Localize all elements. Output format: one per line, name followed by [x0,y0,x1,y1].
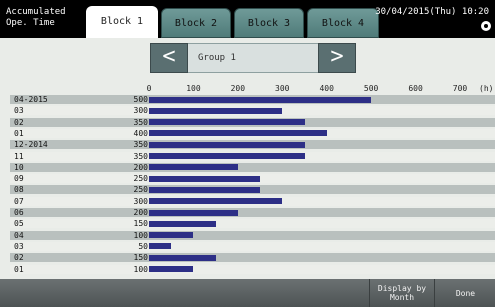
footer-bar: Display by Month Done [0,279,495,307]
axis-unit: (h) [479,84,494,93]
row-period-label: 07 [14,196,24,206]
chart-row [10,219,495,229]
row-period-label: 04 [14,230,24,240]
x-tick-label: 200 [230,84,246,93]
row-value-label: 300 [133,106,148,116]
x-tick-label: 300 [275,84,290,93]
row-value-label: 200 [133,208,148,217]
operation-time-bar [149,266,194,272]
chart-row [10,208,495,217]
operation-time-bar [149,186,261,193]
row-period-label: 03 [14,106,24,116]
x-tick-label: 400 [319,84,334,93]
operation-time-bar [149,119,305,126]
operation-time-bar [149,96,372,103]
row-value-label: 150 [133,253,148,263]
row-value-label: 350 [133,117,148,127]
row-period-label: 02 [14,253,24,263]
row-period-label: 12-2014 [14,140,48,150]
chart-row [10,230,495,240]
x-tick-label: 600 [408,84,423,93]
row-value-label: 50 [138,241,148,251]
row-value-label: 250 [133,174,148,184]
row-period-label: 05 [14,219,24,229]
x-tick-label: 500 [363,84,379,93]
row-value-label: 350 [133,151,148,161]
operation-time-bar [149,254,216,261]
row-period-label: 04-2015 [14,95,48,104]
operation-time-bar [149,232,194,239]
chart-row [10,253,495,263]
chart-row [10,241,495,251]
operation-time-bar [149,107,283,114]
row-period-label: 03 [14,241,24,251]
row-period-label: 09 [14,174,24,184]
x-tick-label: 700 [452,84,468,93]
row-period-label: 08 [14,185,24,195]
chart-row [10,162,495,172]
row-value-label: 100 [133,230,148,240]
row-period-label: 11 [14,151,24,161]
operation-time-bar [149,153,305,159]
row-value-label: 100 [133,264,148,274]
operation-time-bar [149,209,238,216]
row-value-label: 250 [133,185,148,195]
operation-time-bar [149,243,172,250]
row-period-label: 01 [14,264,24,274]
row-period-label: 02 [14,117,24,127]
operation-time-chart: (h) 0 100 200 300 400 500 600 700 04-2015 500 03 30… [0,0,495,280]
row-period-label: 01 [14,128,24,138]
operation-time-bar [149,198,283,205]
operation-time-bar [149,220,216,227]
row-value-label: 200 [133,162,148,172]
row-value-label: 500 [133,95,148,104]
row-period-label: 06 [14,208,24,217]
operation-time-bar [149,141,305,148]
operation-time-bar [149,164,238,171]
row-value-label: 300 [133,196,148,206]
operation-time-bar [149,175,261,182]
display-by-month-button[interactable]: Display by Month [369,279,434,307]
chart-row [10,264,495,274]
x-tick-label: 100 [186,84,201,93]
row-value-label: 400 [133,128,148,138]
x-tick-label: 0 [146,84,152,93]
row-value-label: 350 [133,140,148,150]
done-button[interactable]: Done [434,279,495,307]
row-period-label: 10 [14,162,24,172]
row-value-label: 150 [133,219,148,229]
operation-time-bar [149,130,327,137]
